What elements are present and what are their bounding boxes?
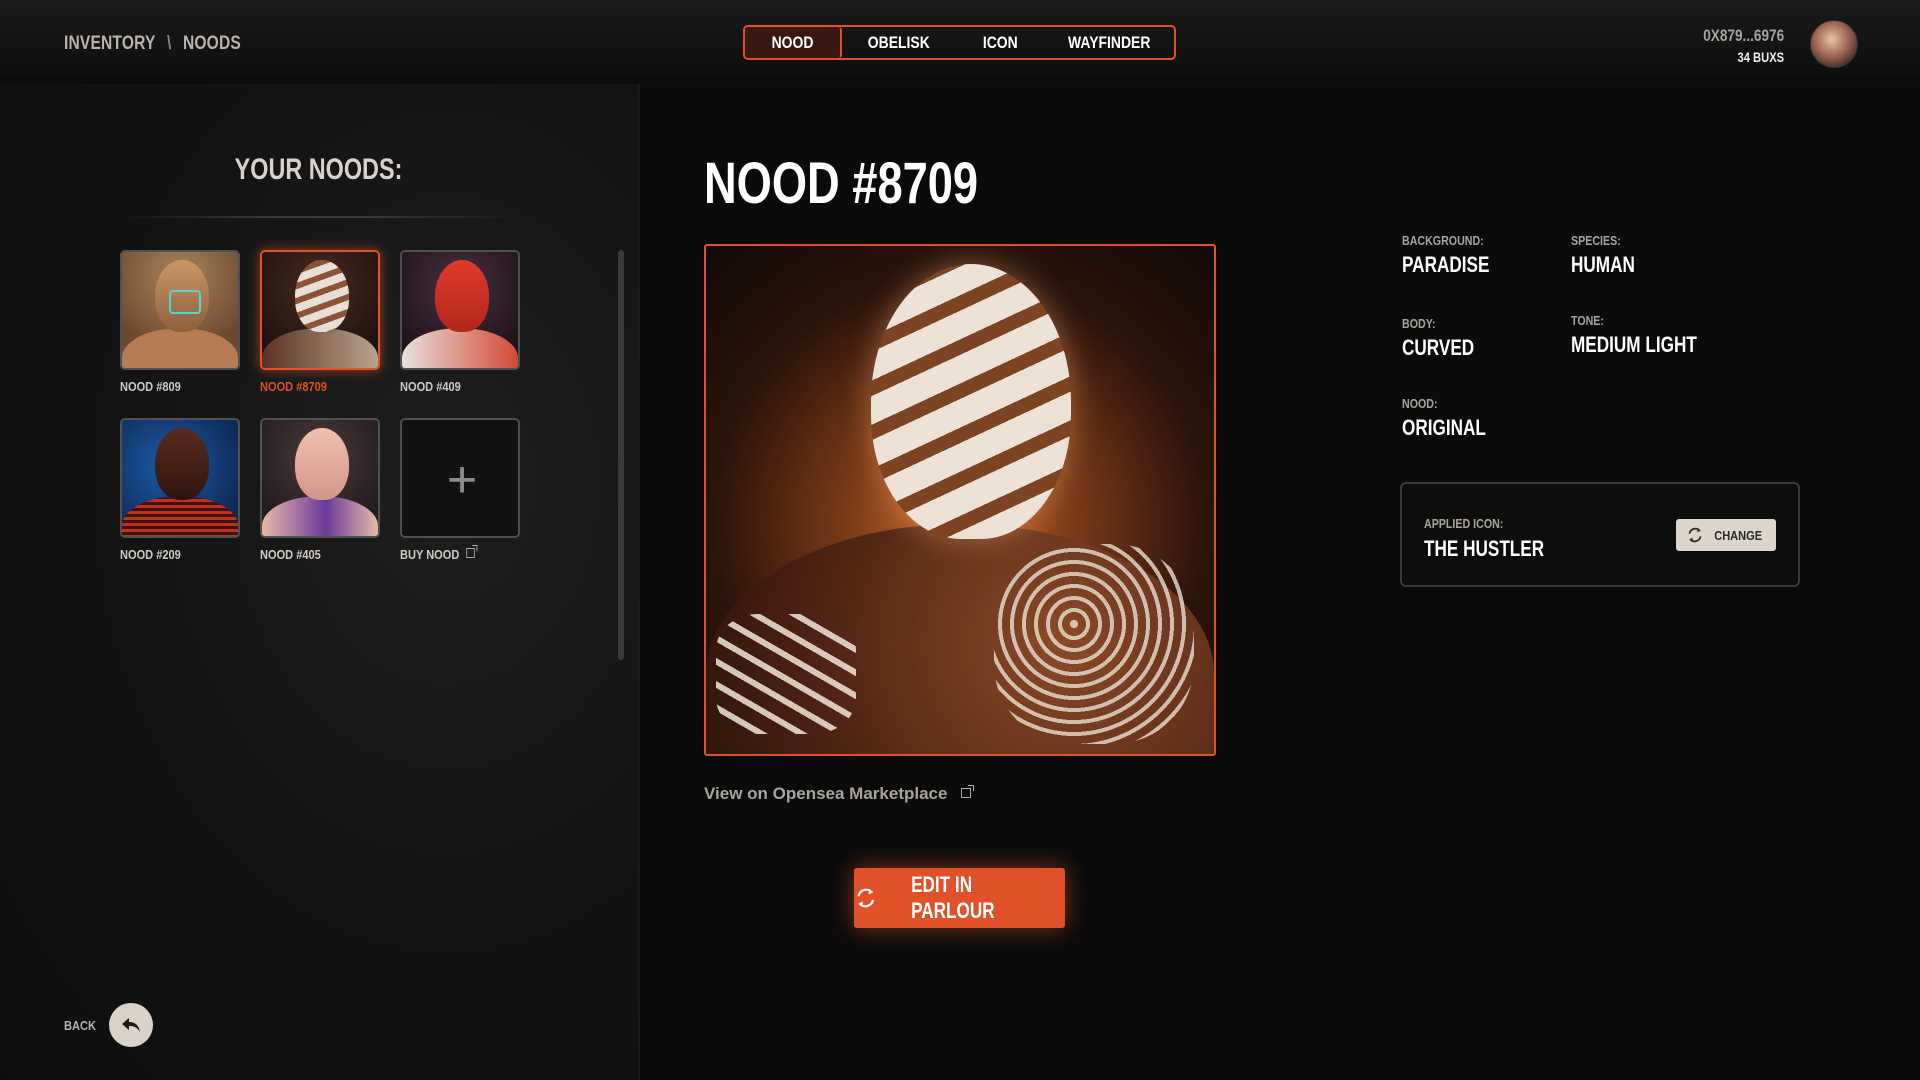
attribute-body: BODY: CURVED bbox=[1402, 316, 1475, 360]
top-bar: INVENTORY \ NOODS NOOD OBELISK ICON WAYF… bbox=[0, 0, 1920, 84]
refresh-icon bbox=[857, 888, 875, 908]
nood-thumbnail[interactable] bbox=[120, 250, 240, 370]
nood-card-409[interactable]: NOOD #409 bbox=[400, 250, 520, 394]
nood-label: NOOD #409 bbox=[400, 379, 461, 394]
category-tabs: NOOD OBELISK ICON WAYFINDER bbox=[743, 25, 1176, 60]
attribute-species: SPECIES: HUMAN bbox=[1571, 233, 1635, 277]
change-icon-button[interactable]: CHANGE bbox=[1676, 519, 1776, 551]
attribute-background: BACKGROUND: PARADISE bbox=[1402, 233, 1490, 277]
wallet-address: 0X879...6976 bbox=[1703, 26, 1784, 45]
nood-thumbnail[interactable] bbox=[260, 418, 380, 538]
nood-thumbnail[interactable] bbox=[120, 418, 240, 538]
opensea-link[interactable]: View on Opensea Marketplace bbox=[704, 784, 975, 804]
nood-card-809[interactable]: NOOD #809 bbox=[120, 250, 240, 394]
nood-list-panel bbox=[0, 84, 640, 1080]
nood-card-405[interactable]: NOOD #405 bbox=[260, 418, 380, 562]
heading-divider bbox=[120, 216, 520, 218]
avatar[interactable] bbox=[1810, 20, 1858, 68]
nood-label: NOOD #209 bbox=[120, 547, 181, 562]
tab-nood[interactable]: NOOD bbox=[745, 27, 842, 58]
back-label[interactable]: BACK bbox=[64, 1018, 96, 1033]
buy-nood-label[interactable]: BUY NOOD bbox=[400, 545, 502, 562]
wallet-balance: 34 BUXS bbox=[1737, 49, 1784, 65]
nood-list-scrollbar[interactable] bbox=[618, 250, 624, 660]
breadcrumb: INVENTORY \ NOODS bbox=[64, 33, 241, 55]
page-title: NOOD #8709 bbox=[704, 151, 979, 216]
buy-nood-button[interactable]: + bbox=[400, 418, 520, 538]
nood-thumbnail[interactable] bbox=[400, 250, 520, 370]
breadcrumb-inventory-link[interactable]: INVENTORY bbox=[64, 33, 156, 55]
nood-card-8709[interactable]: NOOD #8709 bbox=[260, 250, 380, 394]
external-link-icon bbox=[466, 545, 478, 558]
applied-icon-card: APPLIED ICON: THE HUSTLER CHANGE bbox=[1400, 482, 1800, 587]
refresh-icon bbox=[1688, 527, 1702, 543]
breadcrumb-separator: \ bbox=[166, 33, 172, 54]
breadcrumb-noods[interactable]: NOODS bbox=[183, 33, 241, 55]
tab-icon[interactable]: ICON bbox=[956, 27, 1044, 58]
plus-icon: + bbox=[446, 451, 478, 509]
external-link-icon bbox=[961, 785, 975, 798]
back-arrow-icon bbox=[122, 1018, 140, 1032]
nood-label: NOOD #405 bbox=[260, 547, 321, 562]
attribute-tone: TONE: MEDIUM LIGHT bbox=[1571, 313, 1697, 357]
nood-thumbnail[interactable] bbox=[260, 250, 380, 370]
nood-card-209[interactable]: NOOD #209 bbox=[120, 418, 240, 562]
back-button[interactable] bbox=[109, 1003, 153, 1047]
user-wallet: 0X879...6976 34 BUXS bbox=[1683, 26, 1784, 65]
nood-label: NOOD #8709 bbox=[260, 379, 327, 394]
applied-icon-value: THE HUSTLER bbox=[1424, 536, 1545, 561]
nood-preview-image bbox=[704, 244, 1216, 756]
nood-label: NOOD #809 bbox=[120, 379, 181, 394]
attribute-nood: NOOD: ORIGINAL bbox=[1402, 396, 1486, 440]
tab-obelisk[interactable]: OBELISK bbox=[842, 27, 956, 58]
tab-wayfinder[interactable]: WAYFINDER bbox=[1044, 27, 1174, 58]
buy-nood-card[interactable]: + BUY NOOD bbox=[400, 418, 520, 562]
your-noods-heading: YOUR NOODS: bbox=[235, 153, 403, 186]
edit-in-parlour-button[interactable]: EDIT IN PARLOUR bbox=[854, 868, 1065, 928]
applied-icon-key: APPLIED ICON: bbox=[1424, 516, 1504, 531]
